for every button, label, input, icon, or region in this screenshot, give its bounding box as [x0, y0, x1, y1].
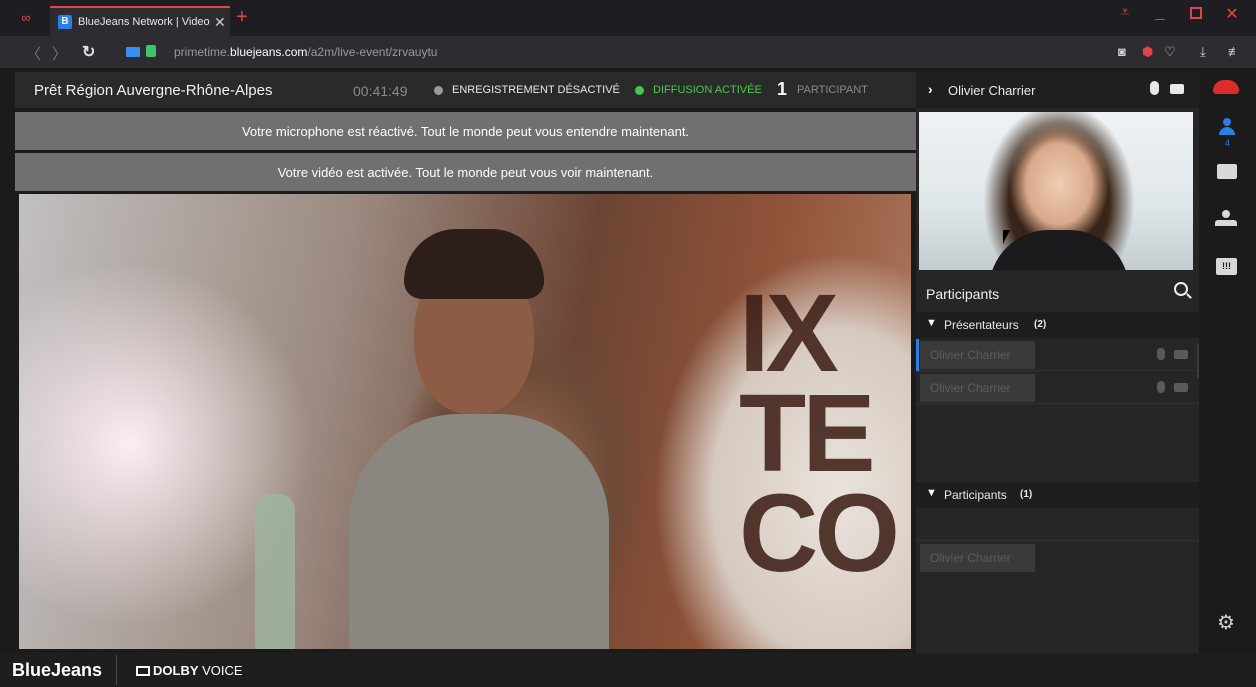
back-icon[interactable]: 〈	[26, 43, 41, 64]
url-path: /a2m/live-event/zrvauytu	[307, 45, 438, 59]
footer-bar: BlueJeans DOLBY VOICE	[0, 653, 1256, 687]
chat-icon[interactable]	[1217, 164, 1237, 179]
participants-title: Participants	[926, 286, 1000, 302]
section-participants-count: (1)	[1020, 489, 1033, 500]
section-presenters-label: Présentateurs	[944, 318, 1019, 332]
side-toolbar: 4 !!! ⚙	[1199, 72, 1256, 653]
meeting-title: Prêt Région Auvergne-Rhône-Alpes	[34, 82, 273, 99]
tab-close-icon[interactable]: ✕	[214, 14, 226, 31]
divider	[916, 540, 1199, 541]
participant-count: 1	[777, 79, 788, 99]
people-icon[interactable]	[1217, 118, 1237, 136]
participant-row[interactable]: Olivier Charrier	[916, 339, 1199, 371]
streaming-status: DIFFUSION ACTIVÉE	[653, 84, 762, 96]
section-presenters-count: (2)	[1034, 319, 1047, 330]
self-name: Olivier Charrier	[948, 83, 1036, 98]
dolby-icon	[136, 666, 150, 676]
right-panel: › Olivier Charrier Participants ▼ Présen…	[916, 72, 1199, 653]
meeting-timer: 00:41:49	[353, 83, 408, 99]
microphone-icon[interactable]	[1150, 81, 1159, 95]
recording-status-dot	[434, 86, 443, 95]
section-participants-label: Participants	[944, 488, 1007, 502]
streaming-status-dot	[635, 86, 644, 95]
dolby-logo-bold: DOLBY	[153, 663, 199, 678]
footer-divider	[116, 655, 117, 685]
microphone-notification-banner: Votre microphone est réactivé. Tout le m…	[15, 112, 916, 150]
self-view-header[interactable]: › Olivier Charrier	[916, 72, 1199, 108]
recording-status: ENREGISTREMENT DÉSACTIVÉ	[452, 84, 620, 96]
url-field[interactable]: primetime.bluejeans.com/a2m/live-event/z…	[174, 45, 437, 59]
dolby-voice-logo: DOLBY VOICE	[136, 663, 243, 678]
lock-icon[interactable]	[146, 45, 156, 57]
video-presenter-hair	[404, 229, 544, 299]
chevron-down-icon: ▼	[926, 317, 937, 329]
forward-icon[interactable]: 〉	[52, 43, 67, 64]
tab-title: BlueJeans Network | Video	[78, 16, 210, 28]
dolby-logo-light: VOICE	[198, 663, 243, 678]
mouse-cursor-icon	[1003, 230, 1017, 244]
camera-icon[interactable]	[1170, 84, 1184, 94]
participant-row[interactable]: Olivier Charrier	[916, 542, 1199, 574]
video-notification-banner: Votre vidéo est activée. Tout le monde p…	[15, 153, 916, 191]
bluejeans-logo: BlueJeans	[12, 660, 103, 680]
video-presenter-body	[349, 414, 609, 649]
camera-off-icon	[1174, 350, 1188, 359]
video-sign-letters: IX TE CO	[739, 272, 900, 595]
meeting-header: Prêt Région Auvergne-Rhône-Alpes 00:41:4…	[15, 72, 916, 108]
hang-up-icon[interactable]	[1213, 80, 1239, 94]
browser-tab[interactable]: B BlueJeans Network | Video ✕	[50, 6, 230, 36]
browser-tab-bar: ∞ B BlueJeans Network | Video ✕ + ⩡ _ ✕	[0, 0, 1256, 36]
chevron-right-icon[interactable]: ›	[928, 81, 933, 97]
camera-off-icon	[1174, 383, 1188, 392]
browser-menu-icon[interactable]: ⩡	[1115, 4, 1135, 22]
download-icon[interactable]: ⤓	[1200, 44, 1206, 60]
shield-icon[interactable]: ⬢	[1142, 44, 1153, 60]
participant-row[interactable]: Olivier Charrier	[916, 372, 1199, 404]
section-participants[interactable]: ▼ Participants (1)	[916, 482, 1199, 508]
section-presenters[interactable]: ▼ Présentateurs (2)	[916, 312, 1199, 338]
search-icon[interactable]	[1174, 282, 1188, 296]
url-prefix: primetime.	[174, 45, 231, 59]
menu-icon[interactable]: ≢	[1228, 44, 1241, 59]
url-domain: bluejeans.com	[230, 45, 308, 59]
people-count-badge: 4	[1225, 138, 1231, 148]
participant-name: Olivier Charrier	[920, 544, 1035, 572]
camera-indicator-icon[interactable]	[126, 47, 140, 57]
heart-icon[interactable]: ♡	[1164, 44, 1176, 60]
main-video-feed[interactable]: IX TE CO	[19, 194, 911, 649]
minimize-icon[interactable]: _	[1150, 4, 1170, 22]
snapshot-icon[interactable]: ◙	[1118, 44, 1126, 59]
qa-icon[interactable]: !!!	[1216, 258, 1237, 275]
reload-icon[interactable]: ↻	[82, 42, 95, 62]
share-screen-icon[interactable]	[1215, 210, 1237, 226]
new-tab-button[interactable]: +	[236, 6, 248, 28]
video-sign-text: IX TE CO	[739, 279, 900, 589]
microphone-icon	[1157, 381, 1165, 393]
participant-name: Olivier Charrier	[920, 374, 1035, 402]
maximize-icon[interactable]	[1186, 7, 1206, 19]
address-bar: 〈 〉 ↻ primetime.bluejeans.com/a2m/live-e…	[0, 36, 1256, 68]
bluejeans-favicon-icon: B	[58, 15, 72, 29]
gear-icon[interactable]: ⚙	[1215, 612, 1237, 634]
participant-name: Olivier Charrier	[920, 341, 1035, 369]
browser-logo-icon[interactable]: ∞	[18, 10, 34, 26]
close-window-icon[interactable]: ✕	[1222, 4, 1242, 24]
microphone-icon	[1157, 348, 1165, 360]
self-view-video[interactable]	[919, 112, 1193, 270]
chevron-down-icon: ▼	[926, 487, 937, 499]
video-bottle-shape	[255, 494, 295, 649]
participant-count-label: PARTICIPANT	[797, 84, 868, 96]
active-speaker-indicator	[916, 339, 919, 371]
